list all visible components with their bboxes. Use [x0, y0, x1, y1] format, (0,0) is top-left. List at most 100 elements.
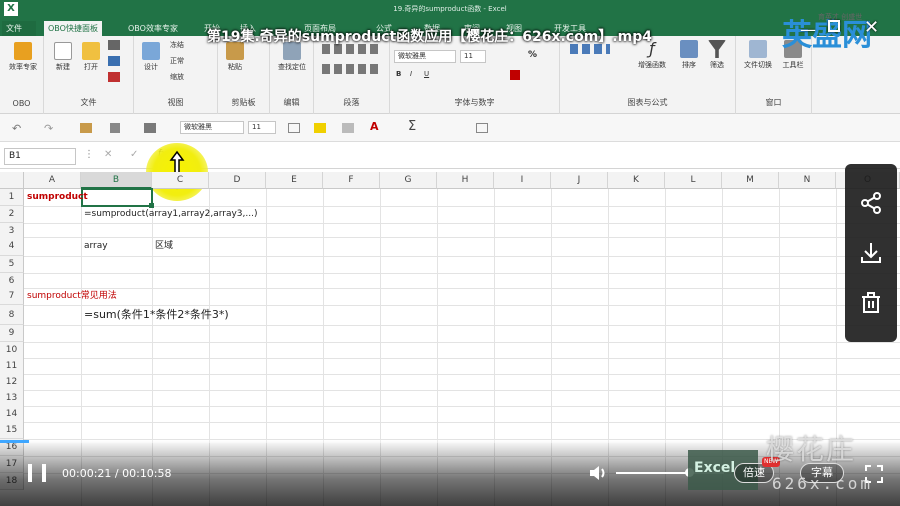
gridline [24, 256, 900, 257]
cell-a7[interactable]: sumproduct常见用法 [27, 288, 117, 305]
name-box[interactable]: B1 [4, 148, 76, 165]
pause-icon[interactable] [28, 464, 32, 482]
delete-icon[interactable] [858, 290, 884, 316]
percent-icon[interactable]: % [528, 50, 537, 60]
more-dots-icon: ⋮ [84, 149, 94, 160]
toolbar-label: 工具栏 [782, 61, 804, 69]
row-header-8[interactable]: 8 [0, 305, 24, 325]
volume-icon[interactable] [588, 464, 608, 482]
zoom-label: 缩放 [170, 73, 184, 81]
maximize-icon[interactable] [828, 20, 840, 32]
gridline [24, 223, 900, 224]
normal-view-button[interactable]: 正常 [170, 56, 184, 66]
group-label-chart-formula: 图表与公式 [627, 98, 668, 107]
find-label: 查找定位 [278, 63, 306, 71]
select-all-corner[interactable] [0, 172, 24, 189]
underline-icon[interactable]: U [424, 70, 429, 78]
video-title: 第19集.奇异的sumproduct函数应用【樱花庄：626x.com】.mp4 [207, 29, 652, 45]
row-header-15[interactable]: 15 [0, 422, 24, 439]
format-painter-icon[interactable] [110, 123, 120, 133]
row-header-1[interactable]: 1 [0, 189, 24, 206]
active-cell-border[interactable] [81, 188, 153, 207]
share-icon[interactable] [858, 190, 884, 216]
column-header-b[interactable]: B [81, 172, 152, 189]
file-switch-label: 文件切换 [744, 61, 772, 69]
italic-icon[interactable]: I [410, 70, 412, 78]
new-label: 新建 [56, 63, 70, 71]
merge-icon[interactable] [476, 123, 488, 133]
cell-b8[interactable]: =sum(条件1*条件2*条件3*) [84, 306, 229, 323]
zoom-button[interactable]: 缩放 [170, 72, 184, 82]
ribbon-font-name-select[interactable]: 微软雅黑 [394, 50, 456, 63]
column-header-i[interactable]: I [494, 172, 551, 189]
minimize-icon[interactable]: — [800, 20, 816, 39]
document-title: 19.奇异的sumproduct函数 - Excel [393, 5, 507, 13]
row-header-5[interactable]: 5 [0, 256, 24, 273]
bold-icon[interactable]: B [396, 70, 401, 78]
gridline [24, 288, 900, 289]
cell-c4[interactable]: 区域 [155, 238, 173, 255]
close-file-icon[interactable] [108, 72, 120, 82]
paste-small-icon[interactable] [80, 123, 92, 133]
font-color-icon[interactable] [510, 70, 520, 80]
download-icon[interactable] [858, 240, 884, 266]
formula-bar: B1 ⋮ ✕ ✓ fx [0, 143, 900, 169]
progress-bar[interactable] [0, 440, 900, 443]
column-header-l[interactable]: L [665, 172, 722, 189]
cell-b4[interactable]: array [84, 238, 108, 255]
row-header-10[interactable]: 10 [0, 342, 24, 359]
cell-a1[interactable]: sumproduct [27, 189, 88, 206]
autosum-icon[interactable]: Σ [408, 119, 416, 134]
group-label-font-number: 字体与数字 [454, 98, 495, 107]
cancel-entry-icon[interactable]: ✕ [104, 149, 112, 160]
column-header-n[interactable]: N [779, 172, 836, 189]
confirm-entry-icon[interactable]: ✓ [130, 149, 138, 160]
redo-icon[interactable]: ↷ [44, 122, 53, 135]
row-header-4[interactable]: 4 [0, 237, 24, 256]
qa-font-name-select[interactable]: 微软雅黑 [180, 121, 244, 134]
column-header-h[interactable]: H [437, 172, 494, 189]
cell-b2[interactable]: =sumproduct(array1,array2,array3,...) [84, 206, 257, 223]
group-label-edit: 编辑 [283, 98, 300, 107]
undo-icon[interactable]: ↶ [12, 122, 21, 135]
row-header-9[interactable]: 9 [0, 325, 24, 342]
column-header-d[interactable]: D [209, 172, 266, 189]
row-header-14[interactable]: 14 [0, 406, 24, 423]
watermark-url: 626x.com [772, 474, 874, 493]
gridline [24, 342, 900, 343]
fill-color-icon[interactable] [314, 123, 326, 133]
column-header-j[interactable]: J [551, 172, 608, 189]
row-header-12[interactable]: 12 [0, 374, 24, 391]
column-header-a[interactable]: A [24, 172, 81, 189]
indent-icons[interactable] [322, 64, 382, 74]
column-header-e[interactable]: E [266, 172, 323, 189]
open-label: 打开 [84, 63, 98, 71]
border-icon[interactable] [288, 123, 300, 133]
column-header-k[interactable]: K [608, 172, 665, 189]
qa-font-size-select[interactable]: 11 [248, 121, 276, 134]
clear-format-icon[interactable] [342, 123, 354, 133]
column-header-f[interactable]: F [323, 172, 380, 189]
duration: 00:10:58 [122, 467, 172, 480]
column-header-c[interactable]: C [152, 172, 209, 189]
borders-icon[interactable] [144, 123, 156, 133]
ribbon-font-size-select[interactable]: 11 [460, 50, 486, 63]
close-icon[interactable]: ✕ [864, 17, 879, 38]
row-header-2[interactable]: 2 [0, 206, 24, 223]
group-label-view: 视图 [167, 98, 184, 107]
speed-label: 倍速 [743, 466, 765, 479]
row-header-13[interactable]: 13 [0, 390, 24, 407]
save-icon[interactable] [108, 56, 120, 66]
gridline [24, 374, 900, 375]
font-color-a-icon[interactable]: A [370, 120, 379, 133]
row-header-11[interactable]: 11 [0, 358, 24, 375]
row-header-7[interactable]: 7 [0, 288, 24, 305]
time-display: 00:00:21 / 00:10:58 [62, 467, 172, 480]
column-header-m[interactable]: M [722, 172, 779, 189]
volume-fill [616, 472, 690, 474]
column-header-g[interactable]: G [380, 172, 437, 189]
watermark-title: 樱花庄 [766, 433, 857, 466]
excel-title-bar: X 19.奇异的sumproduct函数 - Excel [0, 0, 900, 20]
gridline [24, 273, 900, 274]
group-label-file: 文件 [80, 98, 97, 107]
